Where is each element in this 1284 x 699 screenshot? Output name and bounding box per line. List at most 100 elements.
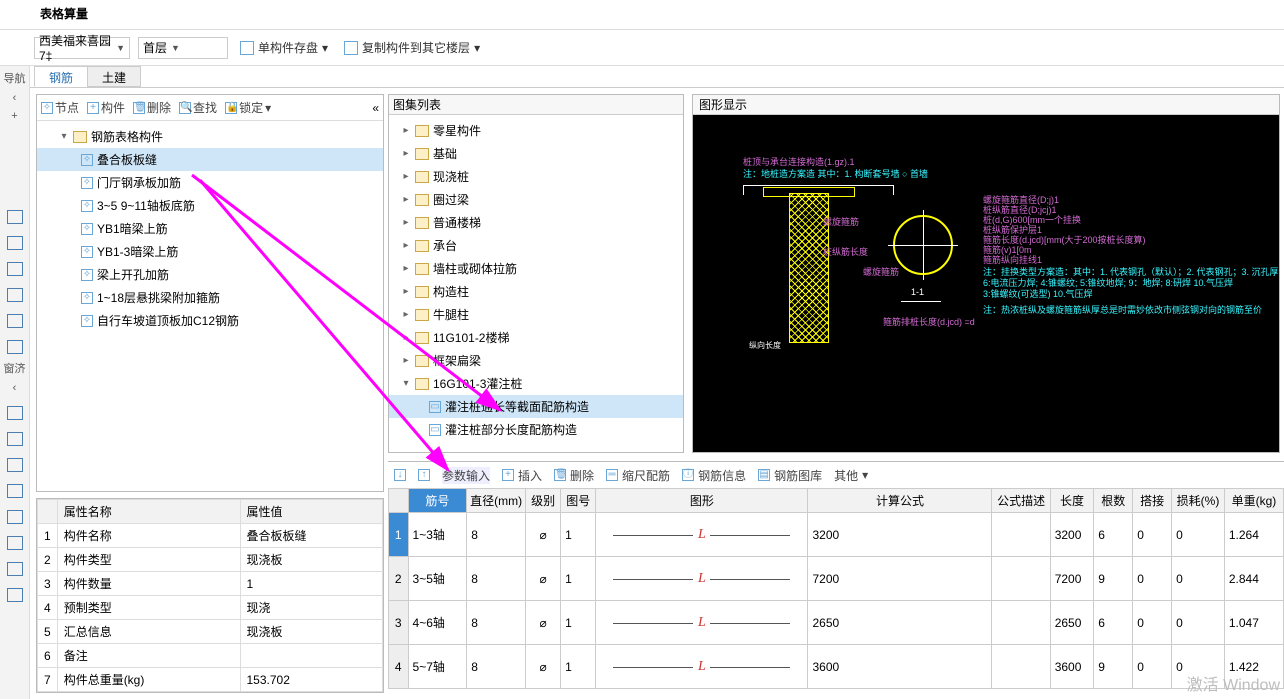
- cell-level[interactable]: ⌀: [526, 601, 561, 645]
- expand-icon[interactable]: ▸: [401, 125, 411, 136]
- cell-cnt[interactable]: 6: [1094, 601, 1133, 645]
- cell-lap[interactable]: 0: [1133, 645, 1172, 689]
- cell-wt[interactable]: 1.264: [1224, 513, 1283, 557]
- prop-value[interactable]: 现浇: [240, 596, 383, 620]
- expand-icon[interactable]: ▸: [401, 171, 411, 182]
- cell-desc[interactable]: [992, 557, 1050, 601]
- catalog-child[interactable]: ▭灌注桩部分长度配筋构造: [389, 418, 683, 441]
- grid-delete-button[interactable]: 🗑删除: [554, 467, 594, 484]
- cell-wt[interactable]: 1.047: [1224, 601, 1283, 645]
- nav-icon-11[interactable]: [7, 510, 23, 524]
- cell-shape[interactable]: L: [596, 601, 808, 645]
- catalog-item[interactable]: ▸零星构件: [389, 119, 683, 142]
- member-button[interactable]: +构件: [87, 99, 125, 116]
- cell-level[interactable]: ⌀: [526, 557, 561, 601]
- catalog-item[interactable]: ▸牛腿柱: [389, 303, 683, 326]
- expand-icon[interactable]: ▸: [401, 263, 411, 274]
- expand-icon[interactable]: ▸: [401, 194, 411, 205]
- cell-lap[interactable]: 0: [1133, 601, 1172, 645]
- lock-button[interactable]: 🔒锁定▾: [225, 99, 271, 116]
- nav-icon-12[interactable]: [7, 536, 23, 550]
- cell-dia[interactable]: 8: [467, 645, 526, 689]
- catalog-item[interactable]: ▸11G101-2楼梯: [389, 326, 683, 349]
- cell-id[interactable]: 3~5轴: [408, 557, 467, 601]
- nav-icon-5[interactable]: [7, 314, 23, 328]
- catalog-item[interactable]: ▸普通楼梯: [389, 211, 683, 234]
- expand-icon[interactable]: ▸: [401, 309, 411, 320]
- tree-item[interactable]: ✧YB1-3暗梁上筋: [37, 240, 383, 263]
- import-icon[interactable]: ↓: [394, 469, 406, 481]
- tree-item[interactable]: ✧3~5 9~11轴板底筋: [37, 194, 383, 217]
- catalog-item[interactable]: ▸圈过梁: [389, 188, 683, 211]
- prop-value[interactable]: 现浇板: [240, 620, 383, 644]
- col-header[interactable]: 长度: [1050, 489, 1094, 513]
- nav-icon-2[interactable]: [7, 236, 23, 250]
- tree-root[interactable]: ▾钢筋表格构件: [37, 125, 383, 148]
- prop-value[interactable]: 1: [240, 572, 383, 596]
- save-single-button[interactable]: 单构件存盘▾: [236, 37, 332, 58]
- cell-dia[interactable]: 8: [467, 513, 526, 557]
- cell-len[interactable]: 3200: [1050, 513, 1094, 557]
- tree-item[interactable]: ✧1~18层悬挑梁附加箍筋: [37, 286, 383, 309]
- param-input-button[interactable]: 参数输入: [442, 467, 490, 484]
- col-header[interactable]: 图形: [596, 489, 808, 513]
- tree-item[interactable]: ✧梁上开孔加筋: [37, 263, 383, 286]
- cell-draw[interactable]: 1: [561, 557, 596, 601]
- catalog-item[interactable]: ▸基础: [389, 142, 683, 165]
- cell-draw[interactable]: 1: [561, 645, 596, 689]
- cell-loss[interactable]: 0: [1172, 513, 1225, 557]
- catalog-item[interactable]: ▸框架扁梁: [389, 349, 683, 372]
- cell-len[interactable]: 7200: [1050, 557, 1094, 601]
- collapse-icon[interactable]: ▾: [59, 131, 69, 142]
- cell-draw[interactable]: 1: [561, 601, 596, 645]
- expand-icon[interactable]: ▸: [401, 332, 411, 343]
- cell-desc[interactable]: [992, 513, 1050, 557]
- expand-icon[interactable]: ▸: [401, 148, 411, 159]
- cell-loss[interactable]: 0: [1172, 601, 1225, 645]
- tab-rebar[interactable]: 钢筋: [34, 66, 88, 87]
- delete-button[interactable]: 🗑删除: [133, 99, 171, 116]
- nav-icon-8[interactable]: [7, 432, 23, 446]
- nav-icon-4[interactable]: [7, 288, 23, 302]
- table-row[interactable]: 23~5轴8⌀1L720072009002.844: [389, 557, 1284, 601]
- cell-calc[interactable]: 7200: [808, 557, 992, 601]
- copy-to-floor-button[interactable]: 复制构件到其它楼层▾: [340, 37, 484, 58]
- nav-icon-13[interactable]: [7, 562, 23, 576]
- table-row[interactable]: 11~3轴8⌀1L320032006001.264: [389, 513, 1284, 557]
- catalog-item[interactable]: ▸现浇桩: [389, 165, 683, 188]
- cell-dia[interactable]: 8: [467, 601, 526, 645]
- cell-cnt[interactable]: 9: [1094, 645, 1133, 689]
- node-button[interactable]: ✧节点: [41, 99, 79, 116]
- col-header[interactable]: 直径(mm): [467, 489, 526, 513]
- tab-civil[interactable]: 土建: [87, 66, 141, 87]
- expand-icon[interactable]: ▸: [401, 355, 411, 366]
- catalog-child[interactable]: ▭灌注桩通长等截面配筋构造: [389, 395, 683, 418]
- other-button[interactable]: 其他▾: [834, 467, 868, 484]
- tree-item[interactable]: ✧自行车坡道顶板加C12钢筋: [37, 309, 383, 332]
- nav-icon-10[interactable]: [7, 484, 23, 498]
- cell-calc[interactable]: 3600: [808, 645, 992, 689]
- col-header[interactable]: 损耗(%): [1172, 489, 1225, 513]
- table-row[interactable]: 34~6轴8⌀1L265026506001.047: [389, 601, 1284, 645]
- tree-item[interactable]: ✧叠合板板缝: [37, 148, 383, 171]
- col-header[interactable]: 搭接: [1133, 489, 1172, 513]
- cell-lap[interactable]: 0: [1133, 513, 1172, 557]
- cell-loss[interactable]: 0: [1172, 557, 1225, 601]
- cell-calc[interactable]: 3200: [808, 513, 992, 557]
- expand-icon[interactable]: ▾: [401, 378, 411, 389]
- project-selector[interactable]: 西美福来喜园7‡▼: [34, 37, 130, 59]
- prop-value[interactable]: 现浇板: [240, 548, 383, 572]
- prop-value[interactable]: 叠合板板缝: [240, 524, 383, 548]
- chevron-left-icon[interactable]: «: [372, 101, 379, 115]
- catalog-item[interactable]: ▸墙柱或砌体拉筋: [389, 257, 683, 280]
- cell-len[interactable]: 3600: [1050, 645, 1094, 689]
- nav-icon-7[interactable]: [7, 406, 23, 420]
- col-header[interactable]: 根数: [1094, 489, 1133, 513]
- insert-button[interactable]: +插入: [502, 467, 542, 484]
- nav-icon-3[interactable]: [7, 262, 23, 276]
- cell-desc[interactable]: [992, 645, 1050, 689]
- col-header[interactable]: 公式描述: [992, 489, 1050, 513]
- scale-rebar-button[interactable]: ═缩尺配筋: [606, 467, 670, 484]
- cell-shape[interactable]: L: [596, 557, 808, 601]
- cell-level[interactable]: ⌀: [526, 513, 561, 557]
